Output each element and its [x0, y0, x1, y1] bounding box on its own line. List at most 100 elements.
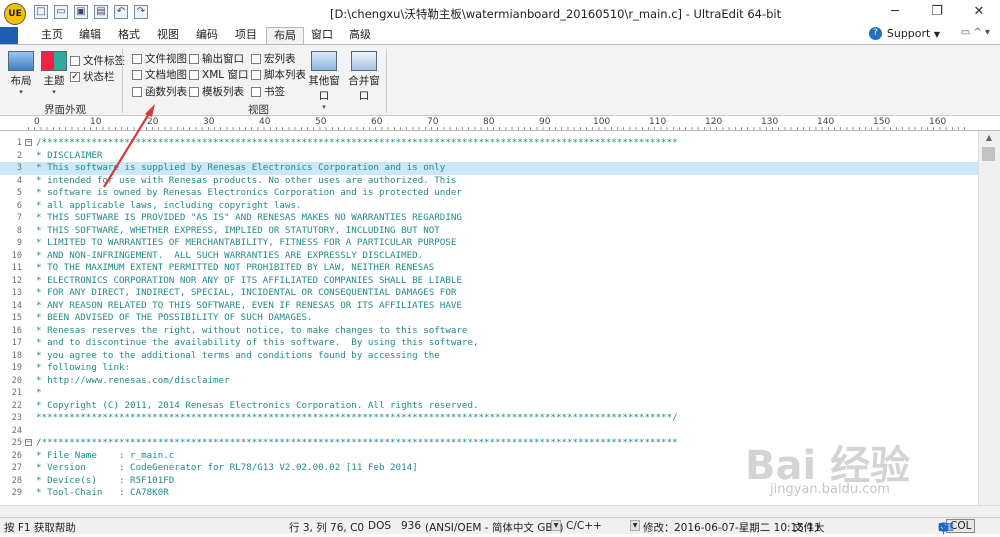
- line-number: 24: [11, 425, 22, 436]
- encoding[interactable]: (ANSI/OEM - 简体中文 GBK): [425, 520, 564, 535]
- tab-project[interactable]: 项目: [230, 27, 262, 44]
- redo-icon[interactable]: ↷: [134, 5, 148, 19]
- code-line[interactable]: 3 * This software is supplied by Renesas …: [0, 162, 978, 175]
- codepage[interactable]: 936: [401, 520, 421, 532]
- column-ruler: 0 10 20 30 40 50 60 70 80 90 100 110 120…: [0, 117, 1000, 131]
- line-number: 27: [11, 463, 22, 473]
- close-button[interactable]: ✕: [958, 0, 1000, 26]
- file-tabs-checkbox[interactable]: 文件标签: [70, 53, 125, 68]
- code-line[interactable]: 25−/************************************…: [0, 437, 978, 450]
- fold-toggle-icon[interactable]: −: [25, 139, 32, 146]
- code-line[interactable]: 8 * THIS SOFTWARE, WHETHER EXPRESS, IMPLI…: [0, 225, 978, 238]
- code-text: * AND NON-INFRINGEMENT. ALL SUCH WARRANT…: [36, 249, 424, 261]
- tab-advanced[interactable]: 高级: [344, 27, 376, 44]
- code-text: * Tool-Chain : CA78K0R: [36, 487, 169, 498]
- document-map-checkbox[interactable]: 文档地图: [132, 67, 187, 82]
- status-bar-checkbox[interactable]: ✓ 状态栏: [70, 69, 115, 84]
- tab-edit[interactable]: 编辑: [74, 27, 106, 44]
- code-line[interactable]: 14 * ANY REASON RELATED TO THIS SOFTWARE,…: [0, 300, 978, 313]
- code-text: * software is owned by Renesas Electroni…: [36, 187, 462, 198]
- line-number: 1: [16, 138, 22, 148]
- ribbon-options-icon[interactable]: ▭ ^ ▾: [961, 27, 990, 38]
- code-line[interactable]: 26 * File Name : r_main.c: [0, 450, 978, 463]
- print-icon[interactable]: ▤: [94, 5, 108, 19]
- code-line[interactable]: 12 * ELECTRONICS CORPORATION NOR ANY OF I…: [0, 275, 978, 288]
- tab-window[interactable]: 窗口: [306, 27, 338, 44]
- code-line[interactable]: 10 * AND NON-INFRINGEMENT. ALL SUCH WARRA…: [0, 250, 978, 263]
- output-window-checkbox[interactable]: 输出窗口: [189, 51, 244, 66]
- script-list-checkbox[interactable]: 脚本列表: [251, 67, 306, 82]
- new-file-icon[interactable]: □: [34, 5, 48, 19]
- code-line[interactable]: 7 * THIS SOFTWARE IS PROVIDED "AS IS" AND…: [0, 212, 978, 225]
- file-menu-tab[interactable]: [0, 27, 18, 44]
- scroll-up-icon[interactable]: ▲: [979, 131, 999, 145]
- function-list-checkbox[interactable]: 函数列表: [132, 84, 187, 99]
- code-line[interactable]: 24: [0, 425, 978, 438]
- document-map-label: 文档地图: [145, 69, 187, 81]
- tab-home[interactable]: 主页: [36, 27, 68, 44]
- ruler-label: 160: [929, 117, 947, 127]
- code-line[interactable]: 27 * Version : CodeGenerator for RL78/G13…: [0, 462, 978, 475]
- code-line[interactable]: 2 * DISCLAIMER: [0, 150, 978, 163]
- chevron-down-icon[interactable]: ▼: [630, 520, 640, 531]
- syntax-language[interactable]: C/C++: [566, 520, 602, 532]
- restore-button[interactable]: ❐: [916, 0, 958, 26]
- other-windows-button[interactable]: 其他窗口 ▾: [305, 51, 343, 111]
- theme-button[interactable]: 主题 ▾: [40, 51, 68, 96]
- ultraedit-logo-icon[interactable]: UE: [4, 3, 26, 25]
- code-line[interactable]: 20 * http://www.renesas.com/disclaimer: [0, 375, 978, 388]
- macro-list-checkbox[interactable]: 宏列表: [251, 51, 296, 66]
- layout-button[interactable]: 布局 ▾: [6, 51, 36, 96]
- open-folder-icon[interactable]: ▭: [54, 5, 68, 19]
- chevron-down-icon[interactable]: ▼: [551, 520, 561, 531]
- code-line[interactable]: 18 * you agree to the additional terms an…: [0, 350, 978, 363]
- code-line[interactable]: 21 *: [0, 387, 978, 400]
- help-icon[interactable]: ?: [869, 27, 882, 40]
- code-editor[interactable]: 1−/*************************************…: [0, 131, 978, 505]
- vertical-scrollbar[interactable]: ▲: [978, 131, 1000, 505]
- theme-button-label: 主题: [43, 75, 65, 87]
- template-list-checkbox[interactable]: 模板列表: [189, 84, 244, 99]
- tab-format[interactable]: 格式: [113, 27, 145, 44]
- bookmarks-checkbox[interactable]: 书签: [251, 84, 285, 99]
- code-line[interactable]: 6 * all applicable laws, including copyri…: [0, 200, 978, 213]
- code-line[interactable]: 29 * Tool-Chain : CA78K0R: [0, 487, 978, 500]
- code-line[interactable]: 28 * Device(s) : R5F101FD: [0, 475, 978, 488]
- line-number: 21: [11, 388, 22, 398]
- tab-encoding[interactable]: 编码: [191, 27, 223, 44]
- tab-layout[interactable]: 布局: [266, 27, 304, 44]
- code-line[interactable]: 4 * intended for use with Renesas product…: [0, 175, 978, 188]
- scroll-thumb[interactable]: [982, 147, 995, 161]
- code-line[interactable]: 23 **************************************…: [0, 412, 978, 425]
- ribbon-panel: 布局 ▾ 主题 ▾ 文件标签 ✓ 状态栏 界面外观 文件视图 文档地图 函数列表…: [0, 44, 1000, 146]
- line-number: 28: [11, 475, 22, 486]
- code-line[interactable]: 22 * Copyright (C) 2011, 2014 Renesas Ele…: [0, 400, 978, 413]
- horizontal-scrollbar[interactable]: [0, 505, 1000, 517]
- support-menu[interactable]: Support ▼: [887, 27, 940, 40]
- fold-toggle-icon[interactable]: −: [25, 439, 32, 446]
- code-line[interactable]: 1−/*************************************…: [0, 137, 978, 150]
- code-line[interactable]: 13 * FOR ANY DIRECT, INDIRECT, SPECIAL, I…: [0, 287, 978, 300]
- line-ending[interactable]: DOS: [368, 520, 391, 532]
- checkbox-box: [189, 86, 199, 97]
- save-icon[interactable]: ▣: [74, 5, 88, 19]
- code-line[interactable]: 9 * LIMITED TO WARRANTIES OF MERCHANTABIL…: [0, 237, 978, 250]
- code-line[interactable]: 15 * BEEN ADVISED OF THE POSSIBILITY OF S…: [0, 312, 978, 325]
- ime-settings-icon[interactable]: ⚙: [938, 521, 948, 534]
- tab-view[interactable]: 视图: [152, 27, 184, 44]
- code-line[interactable]: 11 * TO THE MAXIMUM EXTENT PERMITTED NOT …: [0, 262, 978, 275]
- undo-icon[interactable]: ↶: [114, 5, 128, 19]
- code-line[interactable]: 19 * following link:: [0, 362, 978, 375]
- line-number: 22: [11, 400, 22, 411]
- line-number: 29: [11, 488, 22, 498]
- code-line[interactable]: 16 * Renesas reserves the right, without …: [0, 325, 978, 338]
- theme-icon: [41, 51, 67, 71]
- minimize-button[interactable]: ─: [874, 0, 916, 26]
- file-view-checkbox[interactable]: 文件视图: [132, 51, 187, 66]
- code-line[interactable]: 17 * and to discontinue the availability …: [0, 337, 978, 350]
- ruler-label: 100: [593, 117, 611, 127]
- code-line[interactable]: 5 * software is owned by Renesas Electron…: [0, 187, 978, 200]
- xml-window-checkbox[interactable]: XML 窗口: [189, 67, 248, 82]
- cursor-position: 行 3, 列 76, C0: [289, 522, 365, 534]
- merge-windows-button[interactable]: 合并窗口: [345, 51, 383, 103]
